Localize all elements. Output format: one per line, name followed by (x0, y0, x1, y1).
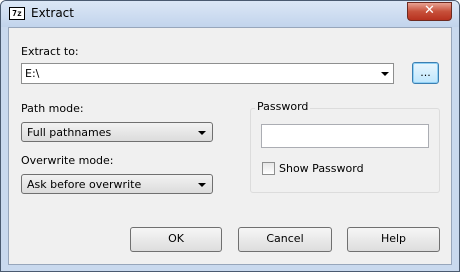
browse-button[interactable]: ... (412, 62, 439, 84)
cancel-button[interactable]: Cancel (238, 227, 332, 252)
show-password-label[interactable]: Show Password (279, 162, 364, 175)
extract-dialog: 7z Extract ✕ Extract to: E:\ ... Path mo… (0, 0, 460, 272)
show-password-checkbox[interactable] (262, 162, 275, 175)
close-icon: ✕ (424, 3, 435, 18)
password-groupbox (250, 108, 440, 193)
chevron-down-icon (198, 131, 206, 135)
help-button[interactable]: Help (347, 227, 440, 252)
password-group-label: Password (255, 100, 311, 113)
path-mode-label: Path mode: (21, 102, 84, 115)
ok-button[interactable]: OK (130, 227, 222, 252)
overwrite-mode-label: Overwrite mode: (21, 154, 114, 167)
dialog-body: Extract to: E:\ ... Path mode: Full path… (8, 27, 452, 265)
extract-to-combobox[interactable]: E:\ (21, 63, 394, 84)
password-input[interactable] (261, 124, 429, 148)
extract-to-label: Extract to: (21, 45, 79, 58)
overwrite-mode-value: Ask before overwrite (27, 178, 142, 191)
chevron-down-icon[interactable] (381, 72, 389, 76)
extract-to-value: E:\ (25, 67, 40, 80)
path-mode-value: Full pathnames (27, 126, 112, 139)
close-button[interactable]: ✕ (407, 2, 452, 21)
overwrite-mode-select[interactable]: Ask before overwrite (21, 174, 213, 194)
title-bar[interactable]: 7z Extract ✕ (1, 1, 459, 27)
path-mode-select[interactable]: Full pathnames (21, 122, 213, 142)
window-title: Extract (31, 6, 74, 20)
chevron-down-icon (198, 183, 206, 187)
7zip-app-icon: 7z (9, 7, 25, 20)
